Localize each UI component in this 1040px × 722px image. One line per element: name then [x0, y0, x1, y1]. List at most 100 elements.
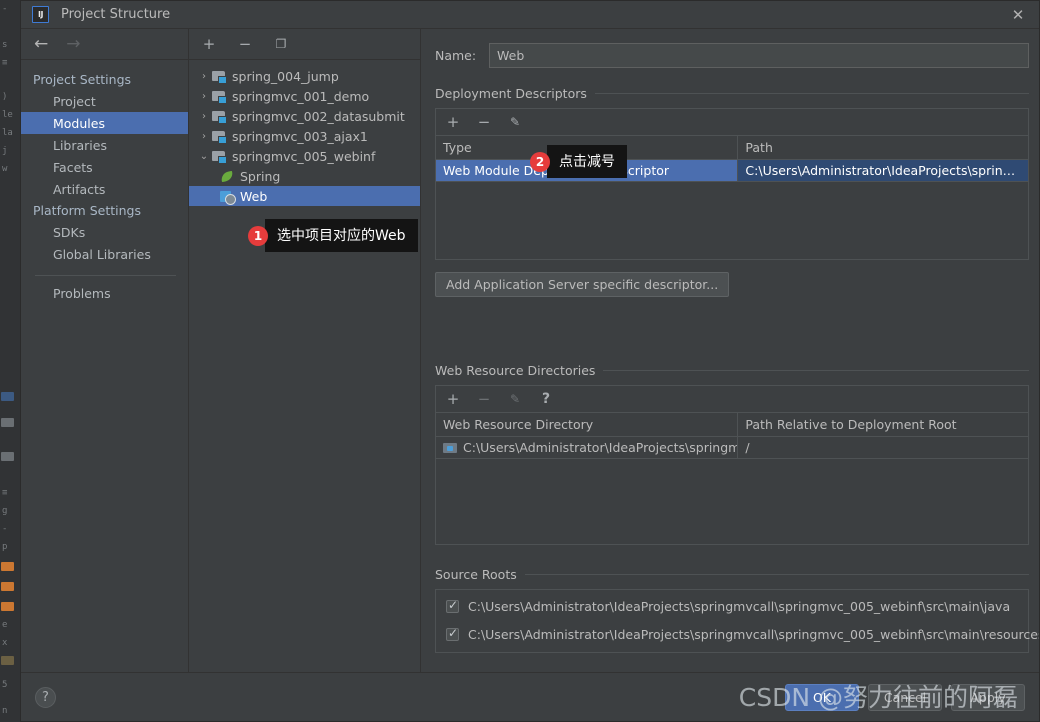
sidebar-item-project[interactable]: Project — [21, 90, 188, 112]
deployment-table-empty-area — [435, 182, 1029, 260]
ok-button[interactable]: OK — [785, 684, 859, 711]
edit-descriptor-icon[interactable]: ✎ — [508, 116, 522, 128]
add-application-server-descriptor-button[interactable]: Add Application Server specific descript… — [435, 272, 730, 297]
tree-row[interactable]: › spring_004_jump — [189, 66, 420, 86]
dialog-footer: ? OK Cancel Apply — [21, 672, 1039, 721]
remove-module-icon[interactable]: − — [237, 36, 253, 52]
web-resources-label: Web Resource Directories — [435, 363, 596, 378]
cell-relative-path: / — [737, 436, 1029, 459]
chevron-right-icon[interactable]: › — [197, 91, 211, 102]
sidebar-nav-bar: ← → — [21, 29, 188, 60]
tree-row[interactable]: › springmvc_003_ajax1 — [189, 126, 420, 146]
table-row[interactable]: C:\Users\Administrator\IdeaProjects\spri… — [435, 436, 1029, 459]
table-header-row: Type Path — [435, 135, 1029, 160]
cell-directory-text: C:\Users\Administrator\IdeaProjects\spri… — [463, 440, 738, 455]
copy-module-icon[interactable]: ❐ — [273, 36, 289, 52]
sidebar-item-sdks[interactable]: SDKs — [21, 221, 188, 243]
sidebar-item-global-libraries[interactable]: Global Libraries — [21, 243, 188, 265]
source-root-checkbox[interactable] — [446, 626, 459, 641]
chevron-right-icon[interactable]: › — [197, 111, 211, 122]
section-rule — [594, 93, 1029, 94]
module-icon — [211, 129, 228, 144]
strip-text: ≡ — [2, 488, 8, 498]
module-icon — [211, 89, 228, 104]
tree-row-web[interactable]: Web — [189, 186, 420, 206]
deployment-descriptors-section: Deployment Descriptors + − ✎ Type Path W… — [435, 86, 1029, 297]
project-structure-dialog: IJ Project Structure ✕ ← → Project Setti… — [20, 0, 1040, 722]
sidebar-item-facets[interactable]: Facets — [21, 156, 188, 178]
name-input[interactable] — [489, 43, 1029, 68]
edit-web-resource-icon[interactable]: ✎ — [508, 393, 522, 405]
apply-button[interactable]: Apply — [951, 684, 1025, 711]
web-facet-icon — [219, 189, 236, 205]
add-web-resource-icon[interactable]: + — [446, 391, 460, 407]
source-root-checkbox[interactable] — [446, 598, 459, 613]
cell-path: C:\Users\Administrator\IdeaProjects\spri… — [737, 159, 1029, 182]
remove-web-resource-icon[interactable]: − — [477, 391, 491, 407]
annotation-callout-2: 2 点击减号 — [530, 145, 627, 178]
module-tree-panel: + − ❐ › spring_004_jump › springmvc_001_… — [189, 29, 421, 672]
remove-descriptor-icon[interactable]: − — [477, 114, 491, 130]
source-root-row[interactable]: C:\Users\Administrator\IdeaProjects\spri… — [446, 626, 1039, 642]
sidebar-item-modules[interactable]: Modules — [21, 112, 188, 134]
strip-chip — [1, 656, 14, 665]
dialog-button-group: OK Cancel Apply — [785, 684, 1025, 711]
source-root-path: C:\Users\Administrator\IdeaProjects\spri… — [468, 599, 1011, 614]
intellij-idea-icon: IJ — [32, 6, 49, 23]
column-header-path: Path — [737, 135, 1029, 160]
help-icon[interactable]: ? — [35, 686, 56, 708]
annotation-badge: 2 — [530, 151, 550, 172]
sidebar-group-platform-settings: Platform Settings — [33, 203, 141, 218]
module-icon — [211, 109, 228, 124]
add-server-descriptor-row: Add Application Server specific descript… — [435, 272, 1029, 297]
sidebar-item-problems[interactable]: Problems — [21, 282, 188, 304]
annotation-text: 选中项目对应的Web — [265, 219, 418, 252]
tree-row[interactable]: › springmvc_001_demo — [189, 86, 420, 106]
web-resources-toolbar: + − ✎ ? — [435, 385, 1029, 412]
chevron-right-icon[interactable]: › — [197, 131, 211, 142]
strip-text: n — [2, 706, 8, 716]
back-arrow-icon[interactable]: ← — [34, 35, 48, 53]
section-rule — [603, 370, 1029, 371]
dialog-body: ← → Project Settings Project Modules Lib… — [21, 29, 1039, 672]
chevron-right-icon[interactable]: › — [197, 71, 211, 82]
column-header-web-resource-directory: Web Resource Directory — [435, 412, 739, 437]
section-rule — [524, 574, 1029, 575]
strip-chip — [1, 418, 14, 427]
strip-text: x — [2, 638, 8, 648]
tree-row[interactable]: Spring — [189, 166, 420, 186]
strip-text: 5 — [2, 680, 8, 690]
tree-row[interactable]: ⌄ springmvc_005_webinf — [189, 146, 420, 166]
source-root-row[interactable]: C:\Users\Administrator\IdeaProjects\spri… — [446, 598, 1018, 614]
web-resource-directories-table: Web Resource Directory Path Relative to … — [435, 412, 1029, 459]
strip-chip — [1, 582, 14, 591]
help-icon[interactable]: ? — [539, 392, 553, 406]
sidebar-item-artifacts[interactable]: Artifacts — [21, 178, 188, 200]
dialog-title: Project Structure — [61, 7, 171, 22]
forward-arrow-icon[interactable]: → — [66, 35, 80, 53]
strip-text: s — [2, 40, 8, 50]
module-icon — [211, 149, 228, 164]
deployment-descriptors-label: Deployment Descriptors — [435, 86, 587, 101]
table-row[interactable]: Web Module Deployment Descriptor C:\User… — [435, 159, 1029, 182]
strip-chip — [1, 392, 14, 401]
column-header-relative-path: Path Relative to Deployment Root — [737, 412, 1029, 437]
spring-leaf-icon — [219, 169, 236, 183]
add-descriptor-icon[interactable]: + — [446, 114, 460, 130]
tree-item-label: springmvc_002_datasubmit — [232, 108, 405, 124]
table-header-row: Web Resource Directory Path Relative to … — [435, 412, 1029, 437]
strip-chip — [1, 562, 14, 571]
sidebar-item-libraries[interactable]: Libraries — [21, 134, 188, 156]
module-tree-list: › spring_004_jump › springmvc_001_demo ›… — [189, 60, 420, 672]
close-icon[interactable]: ✕ — [997, 1, 1039, 29]
annotation-text: 点击减号 — [547, 145, 627, 178]
chevron-down-icon[interactable]: ⌄ — [197, 151, 211, 162]
cancel-button[interactable]: Cancel — [868, 684, 942, 711]
strip-text: p — [2, 542, 8, 552]
source-root-path: C:\Users\Administrator\IdeaProjects\spri… — [468, 627, 1039, 642]
tree-row[interactable]: › springmvc_002_datasubmit — [189, 106, 420, 126]
web-resources-title-row: Web Resource Directories — [435, 363, 1029, 378]
strip-text: g — [2, 506, 8, 516]
add-module-icon[interactable]: + — [201, 36, 217, 52]
tree-item-label: spring_004_jump — [232, 68, 339, 84]
